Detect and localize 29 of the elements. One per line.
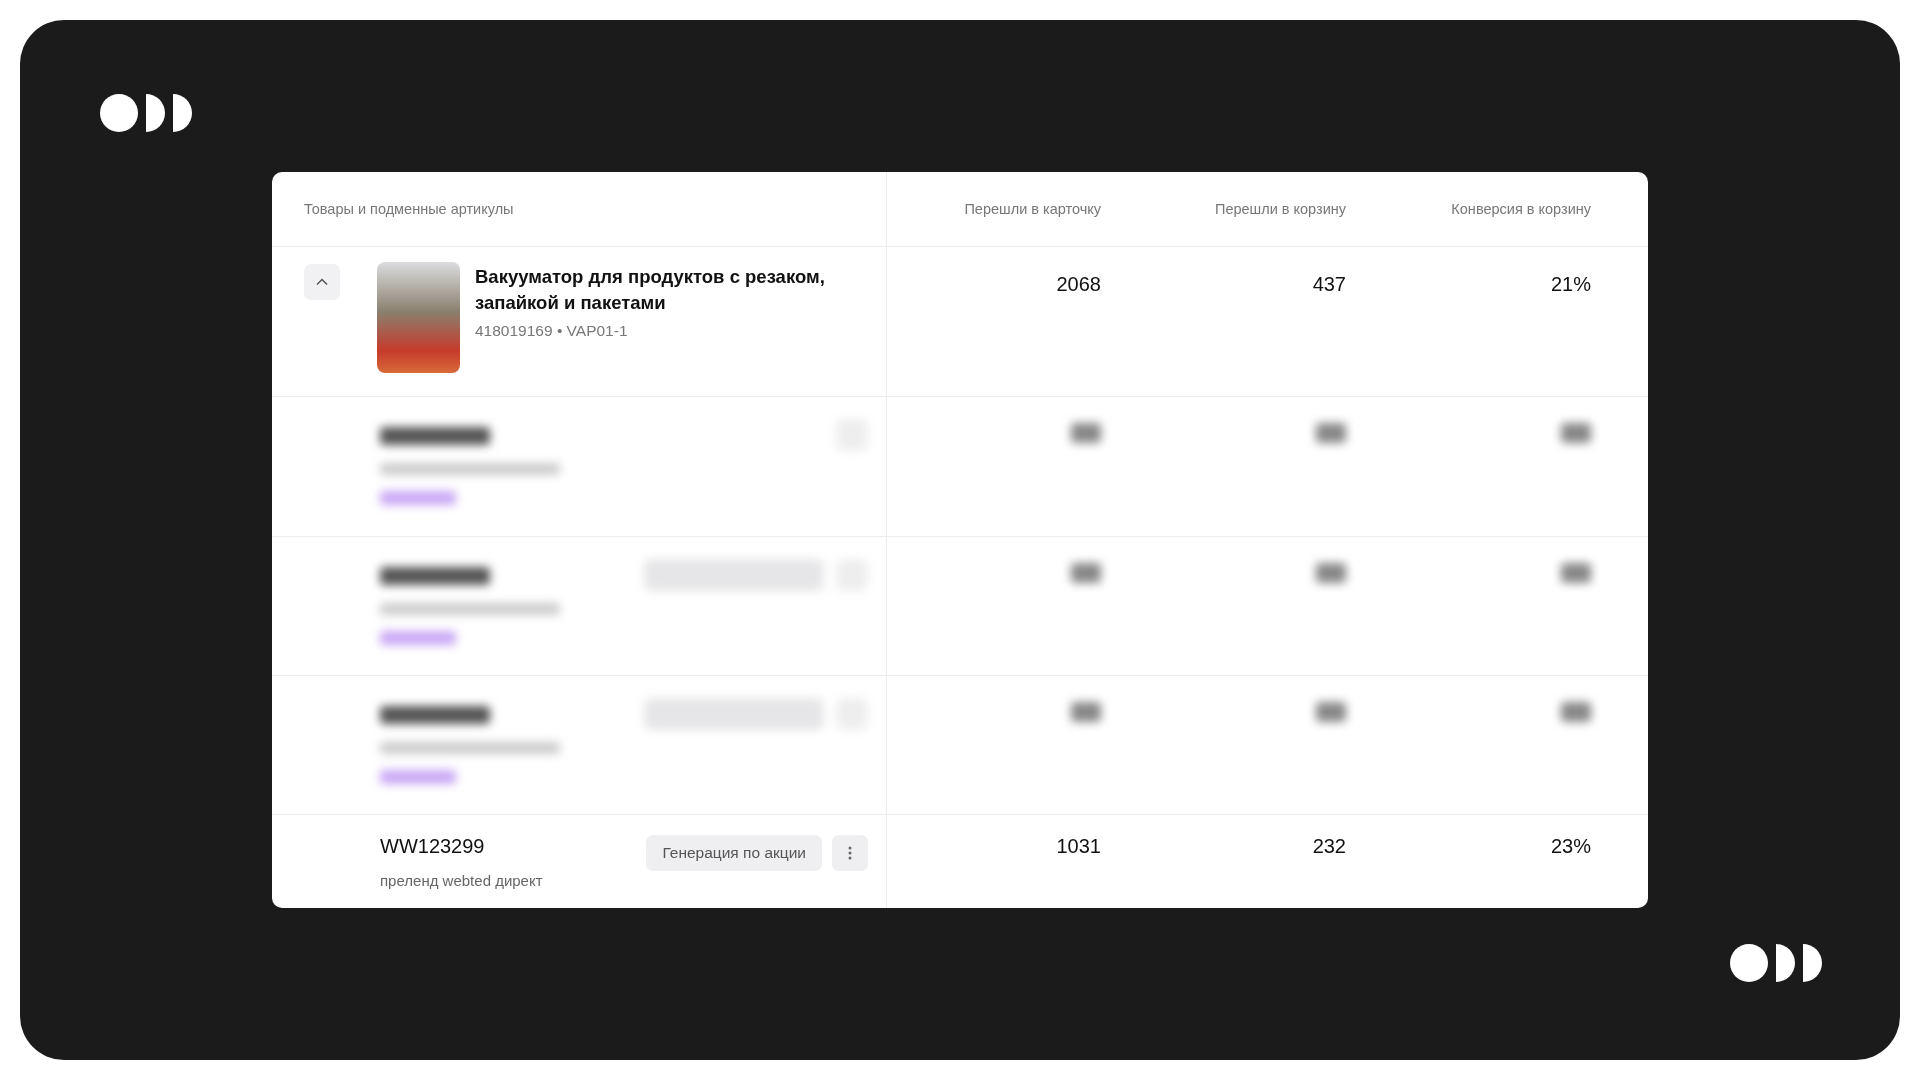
blurred-number <box>1316 701 1346 722</box>
metric-value: 21% <box>1550 272 1591 297</box>
blurred-number <box>1561 562 1591 583</box>
variant-subtitle: преленд webted директ <box>380 872 543 890</box>
column-header: Товары и подменные артикулы <box>304 200 514 217</box>
logo-icon <box>100 94 192 132</box>
more-button[interactable] <box>832 835 868 872</box>
product-sku: 418019169 • VAP01-1 <box>475 321 629 340</box>
more-icon <box>848 846 852 861</box>
blurred-number <box>1561 423 1591 444</box>
metric-value: 2068 <box>1056 272 1101 297</box>
blurred-number <box>1071 423 1101 444</box>
column-header: Перешли в корзину <box>1214 200 1346 217</box>
metric-value: 1031 <box>1056 835 1101 860</box>
blurred-number <box>1561 701 1591 722</box>
column-header: Перешли в карточку <box>964 200 1101 217</box>
blurred-number <box>1316 423 1346 444</box>
blurred-number <box>1071 562 1101 583</box>
product-title[interactable]: Вакууматор для продуктов с резаком, запайкой и пакетами <box>475 263 865 316</box>
metric-value: 232 <box>1312 835 1346 860</box>
tag-button[interactable]: Генерация по акции <box>646 835 822 872</box>
metric-value: 23% <box>1550 835 1591 860</box>
metric-value: 437 <box>1312 272 1346 297</box>
logo-icon <box>1730 944 1822 982</box>
column-header: Конверсия в корзину <box>1451 200 1591 217</box>
variant-code: WW123299 <box>380 835 486 859</box>
blurred-number <box>1316 562 1346 583</box>
collapse-button[interactable] <box>304 263 340 300</box>
blurred-number <box>1071 701 1101 722</box>
